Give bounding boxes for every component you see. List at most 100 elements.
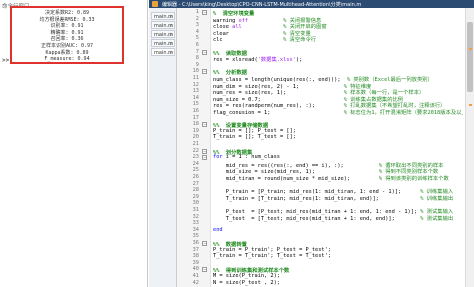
code-line[interactable]: P_train = P_train'; P_test = P_test'; bbox=[213, 247, 331, 253]
code-line[interactable]: T_train = [T_train; mid_res(1: mid_tiran… bbox=[213, 194, 453, 202]
code-text: T_test = [T_test; mid_res(mid_tiran + 1:… bbox=[213, 215, 421, 222]
close-icon[interactable]: × bbox=[169, 49, 173, 57]
code-line[interactable]: flag_conusion = 1; % 标志位为1，打开混淆矩阵（要求2018… bbox=[213, 108, 463, 116]
file-tab[interactable]: main.m × bbox=[151, 30, 175, 38]
code-line[interactable]: T_train = []; T_test = []; bbox=[213, 134, 296, 140]
result-line: F_measure: 0.94 bbox=[44, 56, 90, 63]
code-line[interactable]: res = xlsread('数据集.xlsx'); bbox=[213, 55, 302, 63]
line-number: 13 bbox=[192, 88, 199, 95]
file-tab[interactable]: main.m × bbox=[151, 12, 175, 20]
scrollbar-thumb[interactable] bbox=[467, 22, 473, 92]
code-line[interactable]: N = size(P_test , 2); bbox=[213, 280, 280, 286]
line-number: 26 bbox=[192, 174, 199, 180]
warning-marker[interactable] bbox=[469, 48, 472, 50]
code-line[interactable]: T_train = T_train'; T_test = T_test'; bbox=[213, 253, 331, 259]
code-keyword: for bbox=[213, 154, 223, 161]
file-tab[interactable]: main.m × bbox=[151, 48, 175, 56]
fold-toggle-icon[interactable]: − bbox=[202, 267, 207, 273]
line-number: 38 bbox=[192, 253, 199, 260]
code-text: clc bbox=[213, 37, 223, 44]
line-number: 1 bbox=[195, 9, 199, 15]
line-number: 15 bbox=[192, 101, 199, 108]
line-number: 27 bbox=[192, 180, 199, 187]
line-number: 32 bbox=[192, 213, 199, 220]
line-number: 20 bbox=[192, 134, 199, 141]
line-number: 39 bbox=[192, 259, 199, 266]
code-line[interactable]: M = size(P_train, 2); bbox=[213, 273, 280, 279]
code-area[interactable]: % 清空环境变量 warning off % 关闭报警信息 close all % … bbox=[213, 8, 463, 287]
code-line[interactable]: for i = 1 : num_class bbox=[213, 154, 280, 160]
code-text: flag_conusion = 1; bbox=[213, 110, 344, 116]
fold-toggle-icon[interactable]: − bbox=[202, 122, 207, 128]
code-keyword: end bbox=[213, 226, 223, 233]
close-icon[interactable]: × bbox=[169, 40, 173, 48]
fold-toggle-icon[interactable]: − bbox=[202, 241, 207, 246]
line-number: 9 bbox=[195, 61, 199, 68]
code-text: P_train = P_train'; P_test = P_test'; bbox=[213, 246, 331, 253]
line-number: 29 bbox=[192, 193, 199, 200]
fold-toggle-icon[interactable]: − bbox=[202, 49, 207, 55]
fold-toggle-icon[interactable]: − bbox=[202, 69, 207, 75]
line-number: 31 bbox=[192, 207, 199, 213]
line-number: 42 bbox=[192, 279, 199, 286]
close-icon[interactable]: × bbox=[169, 31, 173, 39]
editor-app-icon bbox=[152, 1, 158, 7]
line-number: 19 bbox=[192, 127, 199, 134]
code-line[interactable]: T_test = [T_test; mid_res(mid_tiran + 1:… bbox=[213, 214, 453, 222]
line-number: 34 bbox=[192, 226, 199, 233]
vertical-scrollbar[interactable] bbox=[465, 8, 474, 287]
code-comment: % 测试集输出 bbox=[420, 215, 454, 222]
result-line: 决定系数R2: 0.89 bbox=[44, 10, 90, 16]
line-number: 24 bbox=[192, 160, 199, 167]
code-line[interactable]: clc % 清空命令行 bbox=[213, 35, 316, 43]
line-number: 8 bbox=[195, 55, 199, 62]
result-line: 正样本识别AUC: 0.97 bbox=[40, 43, 94, 49]
line-number: 36 bbox=[192, 240, 199, 246]
code-string: '数据集.xlsx' bbox=[257, 57, 296, 64]
line-number: 28 bbox=[192, 187, 199, 194]
code-comment: % 得到该类别的训练样本个数 bbox=[378, 176, 449, 182]
line-number: 23 bbox=[192, 154, 199, 161]
line-number: 40 bbox=[192, 266, 199, 273]
line-number: 10 bbox=[192, 68, 199, 75]
line-number: 7 bbox=[195, 48, 199, 55]
file-tab[interactable]: main.m × bbox=[151, 21, 175, 29]
line-number: 3 bbox=[195, 22, 199, 29]
editor-window: 编辑器 - C:\Users\king\Desktop\CPO-CNN-LSTM… bbox=[149, 0, 474, 287]
code-comment: % 清空命令行 bbox=[283, 37, 317, 44]
line-number: 11 bbox=[192, 75, 199, 81]
file-tab[interactable]: main.m × bbox=[151, 39, 175, 47]
line-number-gutter: 1−2 3 4 5 6 7−8 9 10−11 12 13 14 15 16 17 18−19 20 21 22−… bbox=[177, 8, 211, 287]
fold-toggle-icon[interactable]: − bbox=[202, 10, 207, 15]
line-number: 33 bbox=[192, 220, 199, 227]
line-number: 2 bbox=[195, 15, 199, 22]
code-text: N = size(P_test , 2); bbox=[213, 279, 280, 286]
line-number: 6 bbox=[195, 42, 199, 48]
line-number: 21 bbox=[192, 141, 199, 147]
code-line[interactable]: P_train = []; P_test = []; bbox=[213, 128, 296, 134]
command-window[interactable]: 命令行窗口 决定系数R2: 0.89均方根误差RMSE: 0.33识别率: 0.… bbox=[0, 0, 148, 287]
code-line[interactable]: end bbox=[213, 227, 223, 233]
result-line: 精确率: 0.91 bbox=[50, 29, 84, 36]
close-icon[interactable]: × bbox=[169, 13, 173, 21]
line-number: 30 bbox=[192, 200, 199, 207]
command-prompt[interactable]: >> bbox=[2, 57, 9, 64]
close-icon[interactable]: × bbox=[169, 22, 173, 30]
line-number: 14 bbox=[192, 94, 199, 101]
line-number: 16 bbox=[192, 108, 199, 114]
code-text: M = size(P_train, 2); bbox=[213, 273, 280, 279]
fold-toggle-icon[interactable]: − bbox=[202, 148, 207, 154]
code-line[interactable]: mid_tiran = round(num_size * mid_size); … bbox=[213, 174, 449, 182]
fold-toggle-icon[interactable]: − bbox=[202, 155, 207, 161]
code-text: P_train = []; P_test = []; bbox=[213, 127, 296, 134]
code-text: T_train = []; T_test = []; bbox=[213, 134, 296, 141]
warning-marker[interactable] bbox=[469, 104, 472, 106]
result-line: Kappa系数: 0.89 bbox=[45, 49, 89, 56]
results-highlight-box: 决定系数R2: 0.89 均方根误差RMSE: 0.33 识别率: 0.91 精确率:… bbox=[10, 6, 124, 64]
file-tab-strip: main.m × main.m × main.m × main.m × main.m × bbox=[149, 8, 177, 287]
result-line: 均方根误差RMSE: 0.33 bbox=[39, 16, 95, 23]
line-number: 4 bbox=[195, 28, 199, 35]
line-number: 25 bbox=[192, 167, 199, 174]
result-line: 召回率: 0.36 bbox=[50, 36, 84, 43]
